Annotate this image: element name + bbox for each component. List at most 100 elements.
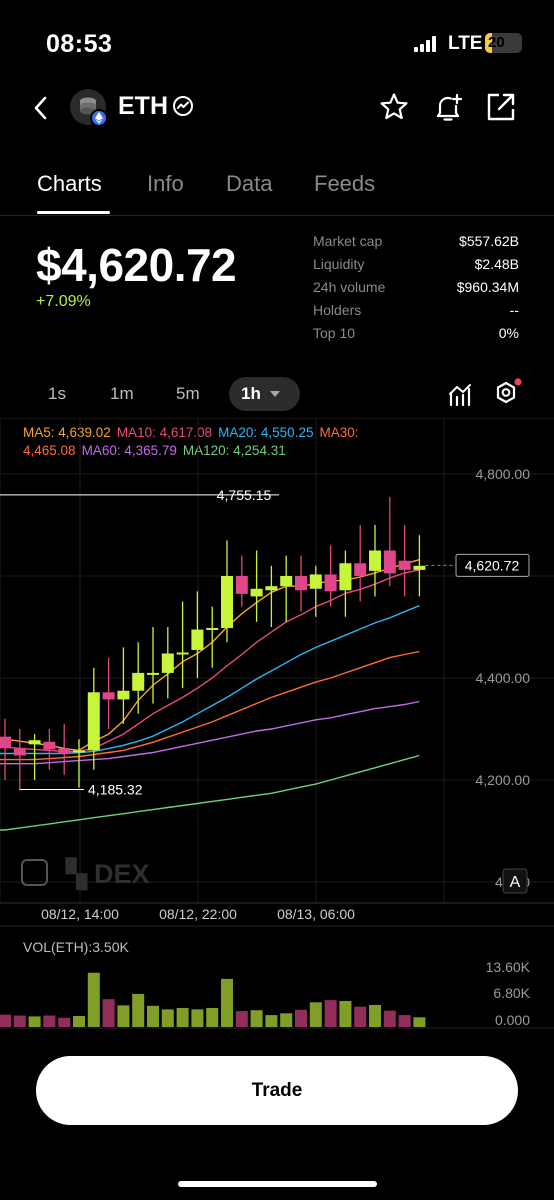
y-axis-label: 4,800.00 (476, 466, 531, 482)
favorite-star-button[interactable] (378, 91, 410, 128)
status-bar: 08:53 LTE 20 (0, 0, 554, 80)
candle-body (13, 748, 26, 756)
candle-body (280, 576, 293, 587)
volume-bar (295, 1009, 307, 1027)
active-tab-indicator (37, 211, 110, 214)
ma30-line (0, 650, 420, 761)
stat-label: Market cap (313, 233, 383, 249)
tab-charts[interactable]: Charts (37, 171, 102, 197)
stat-value: $960.34M (456, 279, 519, 295)
candles (0, 496, 426, 791)
home-indicator (178, 1181, 377, 1187)
volume-bar (0, 1014, 11, 1027)
candle-body (58, 748, 71, 754)
volume-bar (87, 972, 100, 1027)
volume-bar (383, 1010, 396, 1027)
candle-body (132, 672, 145, 691)
candle-body (176, 652, 189, 655)
stat-value: 0% (498, 325, 519, 341)
nav-header: ETH (0, 80, 554, 140)
stat-liquidity: Liquidity $2.48B (313, 256, 519, 279)
stat-value: $2.48B (474, 256, 519, 272)
token-avatar (70, 89, 108, 127)
share-button[interactable] (485, 91, 517, 128)
volume-y-label: 13.60K (486, 959, 531, 975)
token-symbol: ETH (118, 92, 168, 120)
candle-body (250, 588, 263, 597)
candle-body (161, 653, 174, 673)
candle-body (87, 692, 100, 751)
volume-bar (324, 1000, 337, 1027)
y-axis-label: 4,400.00 (476, 670, 531, 686)
volume-label: VOL(ETH):3.50K (23, 939, 129, 955)
status-time: 08:53 (46, 30, 113, 58)
share-external-icon (487, 93, 515, 121)
volume-bar (58, 1017, 71, 1027)
stat-volume: 24h volume $960.34M (313, 279, 519, 302)
volume-bar (147, 1005, 159, 1027)
chart-grid (0, 418, 554, 1029)
tab-info[interactable]: Info (147, 171, 184, 197)
price-change: +7.09% (36, 293, 91, 310)
stat-label: Top 10 (313, 325, 356, 341)
detail-tabs: Charts Info Data Feeds (0, 168, 554, 216)
candle-body (324, 574, 337, 592)
volume-bar (161, 1009, 174, 1027)
volume-bar (28, 1016, 41, 1027)
auto-scale-label: A (510, 874, 521, 891)
volume-bar (398, 1015, 411, 1027)
x-axis-label: 08/13, 06:00 (277, 906, 355, 922)
high-price-label: 4,755.15 (217, 487, 272, 503)
interval-1s[interactable]: 1s (48, 384, 66, 404)
candle-body (235, 576, 248, 594)
network-type: LTE (448, 33, 483, 54)
candle-body (191, 629, 204, 650)
candle-body (28, 740, 41, 745)
price-alert-button[interactable] (431, 91, 465, 130)
volume-bar (206, 1008, 219, 1027)
cell-signal-icon (414, 36, 440, 52)
volume-bar (176, 1008, 189, 1027)
volume-bar (265, 1015, 278, 1027)
volume-bar (43, 1015, 56, 1027)
candle-body (309, 574, 322, 589)
indicators-button[interactable] (448, 381, 472, 412)
stat-top10: Top 10 0% (313, 325, 519, 348)
stat-label: Liquidity (313, 256, 365, 272)
token-stats: Market cap $557.62B Liquidity $2.48B 24h… (313, 233, 519, 348)
candle-body (369, 550, 381, 571)
price-chart[interactable]: 4,800.004,400.004,200.004,00008/12, 14:0… (0, 418, 554, 1030)
ma60-line (0, 700, 420, 765)
stat-holders: Holders -- (313, 302, 519, 325)
candle-body (413, 565, 426, 570)
interval-1m[interactable]: 1m (110, 384, 134, 404)
back-button[interactable] (30, 94, 50, 127)
candle-body (117, 690, 130, 700)
candle-body (206, 628, 219, 631)
ethereum-chain-icon (90, 109, 108, 127)
tab-data[interactable]: Data (226, 171, 272, 197)
hexagon-settings-icon (496, 378, 522, 404)
volume-bar (309, 1002, 322, 1027)
tab-feeds[interactable]: Feeds (314, 171, 375, 197)
chart-indicator-icon (449, 384, 471, 407)
interval-5m[interactable]: 5m (176, 384, 200, 404)
stat-value: $557.62B (459, 233, 519, 249)
candle-body (147, 672, 159, 675)
ma120-line (0, 754, 420, 831)
ma10-line (0, 569, 420, 753)
trade-button[interactable]: Trade (36, 1056, 518, 1125)
auto-scale-button[interactable]: A (502, 868, 528, 894)
battery-icon: 20 (485, 33, 522, 53)
chart-settings-button[interactable] (493, 378, 523, 415)
interval-1h-dropdown[interactable]: 1h (229, 377, 300, 411)
candle-body (398, 560, 411, 570)
volume-bar (339, 1000, 352, 1027)
watermark-text: DEX (94, 859, 150, 889)
candle-body (339, 563, 352, 591)
fullscreen-button[interactable] (21, 859, 48, 886)
stat-market-cap: Market cap $557.62B (313, 233, 519, 256)
svg-text:▚: ▚ (65, 857, 88, 891)
verified-badge-icon[interactable] (172, 95, 194, 122)
interval-selector: 1s 1m 5m 1h (0, 377, 554, 413)
